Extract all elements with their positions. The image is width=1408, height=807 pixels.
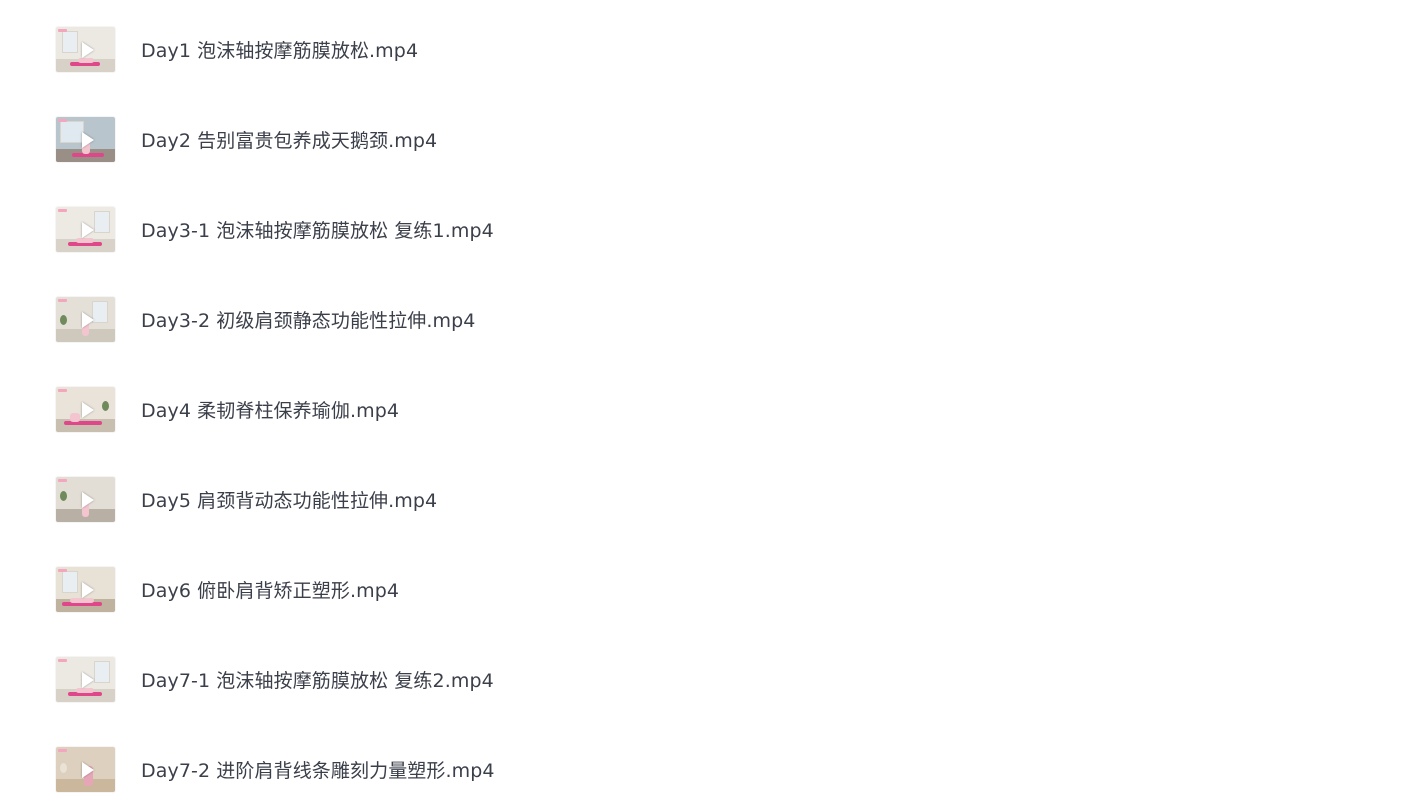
file-name[interactable]: Day5 肩颈背动态功能性拉伸.mp4 — [141, 486, 437, 513]
play-icon — [81, 491, 94, 508]
play-icon — [81, 761, 94, 778]
video-thumbnail[interactable] — [56, 477, 115, 522]
video-file-list: Day1 泡沫轴按摩筋膜放松.mp4 Day2 告别富贵包养成天鹅颈.mp4 D… — [56, 27, 1356, 792]
file-row-day1[interactable]: Day1 泡沫轴按摩筋膜放松.mp4 — [56, 27, 1356, 72]
video-thumbnail[interactable] — [56, 567, 115, 612]
video-thumbnail[interactable] — [56, 207, 115, 252]
video-thumbnail[interactable] — [56, 297, 115, 342]
play-icon — [81, 401, 94, 418]
video-thumbnail[interactable] — [56, 657, 115, 702]
video-thumbnail[interactable] — [56, 387, 115, 432]
file-name[interactable]: Day3-1 泡沫轴按摩筋膜放松 复练1.mp4 — [141, 216, 494, 243]
file-name[interactable]: Day7-2 进阶肩背线条雕刻力量塑形.mp4 — [141, 756, 495, 783]
file-row-day7-2[interactable]: Day7-2 进阶肩背线条雕刻力量塑形.mp4 — [56, 747, 1356, 792]
play-icon — [81, 581, 94, 598]
play-icon — [81, 671, 94, 688]
play-icon — [81, 131, 94, 148]
file-name[interactable]: Day7-1 泡沫轴按摩筋膜放松 复练2.mp4 — [141, 666, 494, 693]
file-row-day6[interactable]: Day6 俯卧肩背矫正塑形.mp4 — [56, 567, 1356, 612]
file-row-day4[interactable]: Day4 柔韧脊柱保养瑜伽.mp4 — [56, 387, 1356, 432]
file-row-day3-1[interactable]: Day3-1 泡沫轴按摩筋膜放松 复练1.mp4 — [56, 207, 1356, 252]
file-row-day5[interactable]: Day5 肩颈背动态功能性拉伸.mp4 — [56, 477, 1356, 522]
file-row-day7-1[interactable]: Day7-1 泡沫轴按摩筋膜放松 复练2.mp4 — [56, 657, 1356, 702]
file-name[interactable]: Day3-2 初级肩颈静态功能性拉伸.mp4 — [141, 306, 476, 333]
play-icon — [81, 41, 94, 58]
file-name[interactable]: Day4 柔韧脊柱保养瑜伽.mp4 — [141, 396, 399, 423]
video-thumbnail[interactable] — [56, 117, 115, 162]
file-row-day3-2[interactable]: Day3-2 初级肩颈静态功能性拉伸.mp4 — [56, 297, 1356, 342]
play-icon — [81, 221, 94, 238]
video-thumbnail[interactable] — [56, 27, 115, 72]
file-name[interactable]: Day6 俯卧肩背矫正塑形.mp4 — [141, 576, 399, 603]
video-thumbnail[interactable] — [56, 747, 115, 792]
file-name[interactable]: Day1 泡沫轴按摩筋膜放松.mp4 — [141, 36, 418, 63]
file-row-day2[interactable]: Day2 告别富贵包养成天鹅颈.mp4 — [56, 117, 1356, 162]
file-name[interactable]: Day2 告别富贵包养成天鹅颈.mp4 — [141, 126, 437, 153]
play-icon — [81, 311, 94, 328]
